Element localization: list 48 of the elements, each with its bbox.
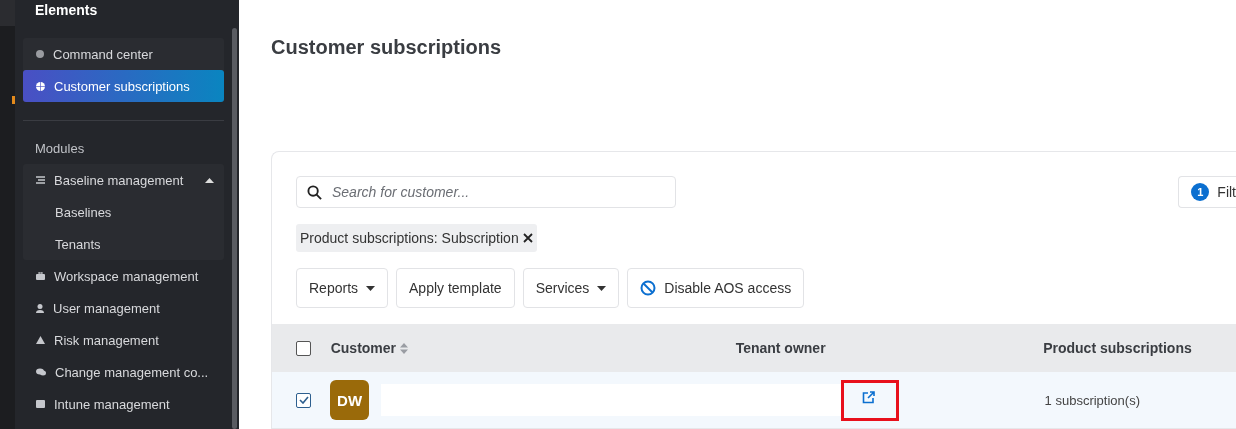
circle-icon [36, 50, 44, 58]
chip-label: Product subscriptions: Subscription [300, 230, 519, 246]
briefcase-icon [36, 272, 45, 280]
nav-subitem[interactable]: Tenants [23, 228, 224, 260]
page-title: Customer subscriptions [271, 36, 503, 60]
action-button[interactable]: Reports [296, 268, 389, 308]
action-button[interactable]: Apply template [396, 268, 515, 308]
column-header: Tenant owner [735, 340, 826, 356]
nav-subitem[interactable]: Baselines [23, 196, 224, 228]
avatar: DW [330, 380, 369, 420]
nav-item[interactable]: Intune management [23, 388, 224, 420]
warning-icon [36, 336, 45, 344]
checkbox[interactable] [296, 340, 311, 356]
user-icon [36, 303, 44, 313]
nav-item[interactable]: Baseline management [23, 164, 224, 196]
action-button[interactable]: Disable AOS access [627, 268, 805, 308]
count-badge: 1 [1191, 183, 1210, 201]
table-row[interactable]: DW 1 subscription(s) [272, 372, 1236, 428]
search-field[interactable]: Search for customer... [296, 176, 676, 208]
caret-icon [366, 285, 376, 291]
close-button[interactable] [522, 233, 533, 243]
section-heading: Modules [34, 141, 86, 156]
nav-item[interactable]: Change management co... [23, 356, 224, 388]
caret-icon [205, 177, 214, 183]
external-link-button[interactable] [861, 390, 875, 404]
chat-icon [36, 368, 46, 376]
external-link-icon [861, 390, 875, 404]
checkbox[interactable] [296, 392, 311, 408]
active-marker [12, 96, 15, 104]
action-button[interactable]: Services [522, 268, 620, 308]
nav-item[interactable]: Customer subscriptions [23, 70, 224, 102]
nav-item[interactable]: Workspace management [23, 260, 224, 292]
search-icon [307, 184, 322, 200]
blocked-icon [640, 280, 657, 296]
column-header: Product subscriptions [1043, 340, 1192, 356]
column-header[interactable]: Customer [330, 340, 397, 356]
scrollbar[interactable] [232, 28, 237, 429]
nav-item[interactable]: Command center [23, 38, 224, 70]
nav-item[interactable]: Risk management [23, 324, 224, 356]
sidebar-title: Elements [34, 1, 99, 20]
list-icon [36, 176, 45, 184]
table-cell: 1 subscription(s) [1044, 392, 1140, 408]
nav-item[interactable]: User management [23, 292, 224, 324]
close-icon [522, 233, 533, 243]
filter-button[interactable]: 1 Filt [1178, 176, 1236, 208]
box-icon [36, 400, 45, 408]
caret-icon [597, 285, 607, 291]
globe-icon [36, 81, 45, 91]
